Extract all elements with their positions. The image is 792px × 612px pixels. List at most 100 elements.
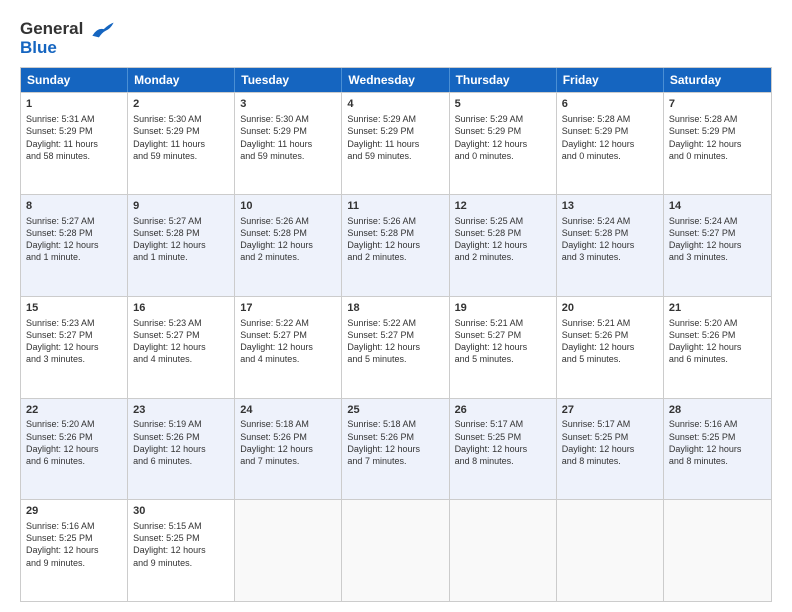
header-day-friday: Friday: [557, 68, 664, 92]
day-info: Sunrise: 5:20 AM Sunset: 5:26 PM Dayligh…: [26, 419, 99, 465]
empty-cell: [450, 500, 557, 601]
day-number: 21: [669, 301, 766, 316]
day-number: 29: [26, 504, 122, 519]
day-cell-8: 8 Sunrise: 5:27 AM Sunset: 5:28 PM Daylig…: [21, 195, 128, 296]
day-cell-9: 9Sunrise: 5:27 AM Sunset: 5:28 PM Daylig…: [128, 195, 235, 296]
day-number: 6: [562, 97, 658, 112]
day-info: Sunrise: 5:15 AM Sunset: 5:25 PM Dayligh…: [133, 521, 206, 567]
day-cell-2: 2 Sunrise: 5:30 AM Sunset: 5:29 PM Daylig…: [128, 93, 235, 194]
empty-cell: [664, 500, 771, 601]
day-info: Sunrise: 5:25 AM Sunset: 5:28 PM Dayligh…: [455, 216, 528, 262]
day-info: Sunrise: 5:29 AM Sunset: 5:29 PM Dayligh…: [347, 114, 419, 160]
day-info: Sunrise: 5:27 AM Sunset: 5:28 PM Dayligh…: [133, 216, 206, 262]
day-cell-6: 6 Sunrise: 5:28 AM Sunset: 5:29 PM Daylig…: [557, 93, 664, 194]
day-number: 18: [347, 301, 443, 316]
day-number: 25: [347, 403, 443, 418]
day-info: Sunrise: 5:18 AM Sunset: 5:26 PM Dayligh…: [347, 419, 420, 465]
day-cell-23: 23Sunrise: 5:19 AM Sunset: 5:26 PM Dayli…: [128, 399, 235, 500]
day-info: Sunrise: 5:30 AM Sunset: 5:29 PM Dayligh…: [133, 114, 205, 160]
day-cell-22: 22Sunrise: 5:20 AM Sunset: 5:26 PM Dayli…: [21, 399, 128, 500]
day-number: 3: [240, 97, 336, 112]
empty-cell: [557, 500, 664, 601]
day-number: 13: [562, 199, 658, 214]
day-number: 17: [240, 301, 336, 316]
calendar-row-2: 15 Sunrise: 5:23 AM Sunset: 5:27 PM Dayli…: [21, 296, 771, 398]
day-number: 5: [455, 97, 551, 112]
day-number: 19: [455, 301, 551, 316]
day-cell-10: 10 Sunrise: 5:26 AM Sunset: 5:28 PM Dayli…: [235, 195, 342, 296]
day-info: Sunrise: 5:27 AM Sunset: 5:28 PM Dayligh…: [26, 216, 99, 262]
calendar-body: 1 Sunrise: 5:31 AM Sunset: 5:29 PM Daylig…: [21, 92, 771, 601]
day-cell-17: 17 Sunrise: 5:22 AM Sunset: 5:27 PM Dayli…: [235, 297, 342, 398]
day-number: 4: [347, 97, 443, 112]
header-day-sunday: Sunday: [21, 68, 128, 92]
header: General Blue: [20, 20, 772, 57]
header-day-wednesday: Wednesday: [342, 68, 449, 92]
day-number: 1: [26, 97, 122, 112]
day-number: 15: [26, 301, 122, 316]
day-number: 11: [347, 199, 443, 214]
day-info: Sunrise: 5:28 AM Sunset: 5:29 PM Dayligh…: [562, 114, 635, 160]
day-cell-13: 13 Sunrise: 5:24 AM Sunset: 5:28 PM Dayli…: [557, 195, 664, 296]
day-info: Sunrise: 5:24 AM Sunset: 5:28 PM Dayligh…: [562, 216, 635, 262]
day-cell-12: 12 Sunrise: 5:25 AM Sunset: 5:28 PM Dayli…: [450, 195, 557, 296]
day-info: Sunrise: 5:18 AM Sunset: 5:26 PM Dayligh…: [240, 419, 313, 465]
day-cell-4: 4 Sunrise: 5:29 AM Sunset: 5:29 PM Daylig…: [342, 93, 449, 194]
day-info: Sunrise: 5:23 AM Sunset: 5:27 PM Dayligh…: [26, 318, 99, 364]
empty-cell: [235, 500, 342, 601]
day-cell-27: 27Sunrise: 5:17 AM Sunset: 5:25 PM Dayli…: [557, 399, 664, 500]
day-number: 7: [669, 97, 766, 112]
day-cell-30: 30 Sunrise: 5:15 AM Sunset: 5:25 PM Dayli…: [128, 500, 235, 601]
logo: General Blue: [20, 20, 116, 57]
day-cell-1: 1 Sunrise: 5:31 AM Sunset: 5:29 PM Daylig…: [21, 93, 128, 194]
day-number: 23: [133, 403, 229, 418]
day-cell-25: 25Sunrise: 5:18 AM Sunset: 5:26 PM Dayli…: [342, 399, 449, 500]
calendar: SundayMondayTuesdayWednesdayThursdayFrid…: [20, 67, 772, 602]
day-cell-29: 29 Sunrise: 5:16 AM Sunset: 5:25 PM Dayli…: [21, 500, 128, 601]
header-day-monday: Monday: [128, 68, 235, 92]
day-info: Sunrise: 5:28 AM Sunset: 5:29 PM Dayligh…: [669, 114, 742, 160]
day-info: Sunrise: 5:16 AM Sunset: 5:25 PM Dayligh…: [669, 419, 742, 465]
day-number: 26: [455, 403, 551, 418]
day-info: Sunrise: 5:17 AM Sunset: 5:25 PM Dayligh…: [455, 419, 528, 465]
day-info: Sunrise: 5:30 AM Sunset: 5:29 PM Dayligh…: [240, 114, 312, 160]
day-info: Sunrise: 5:21 AM Sunset: 5:26 PM Dayligh…: [562, 318, 635, 364]
day-number: 8: [26, 199, 122, 214]
day-info: Sunrise: 5:26 AM Sunset: 5:28 PM Dayligh…: [347, 216, 420, 262]
day-cell-16: 16Sunrise: 5:23 AM Sunset: 5:27 PM Dayli…: [128, 297, 235, 398]
day-cell-19: 19 Sunrise: 5:21 AM Sunset: 5:27 PM Dayli…: [450, 297, 557, 398]
day-number: 2: [133, 97, 229, 112]
day-info: Sunrise: 5:19 AM Sunset: 5:26 PM Dayligh…: [133, 419, 206, 465]
day-info: Sunrise: 5:26 AM Sunset: 5:28 PM Dayligh…: [240, 216, 313, 262]
day-number: 10: [240, 199, 336, 214]
header-day-thursday: Thursday: [450, 68, 557, 92]
day-info: Sunrise: 5:31 AM Sunset: 5:29 PM Dayligh…: [26, 114, 98, 160]
day-info: Sunrise: 5:17 AM Sunset: 5:25 PM Dayligh…: [562, 419, 635, 465]
day-info: Sunrise: 5:29 AM Sunset: 5:29 PM Dayligh…: [455, 114, 528, 160]
day-cell-21: 21Sunrise: 5:20 AM Sunset: 5:26 PM Dayli…: [664, 297, 771, 398]
day-number: 20: [562, 301, 658, 316]
day-cell-18: 18 Sunrise: 5:22 AM Sunset: 5:27 PM Dayli…: [342, 297, 449, 398]
day-info: Sunrise: 5:21 AM Sunset: 5:27 PM Dayligh…: [455, 318, 528, 364]
day-number: 12: [455, 199, 551, 214]
day-number: 24: [240, 403, 336, 418]
day-cell-26: 26Sunrise: 5:17 AM Sunset: 5:25 PM Dayli…: [450, 399, 557, 500]
day-number: 30: [133, 504, 229, 519]
header-day-saturday: Saturday: [664, 68, 771, 92]
day-info: Sunrise: 5:22 AM Sunset: 5:27 PM Dayligh…: [240, 318, 313, 364]
calendar-row-4: 29 Sunrise: 5:16 AM Sunset: 5:25 PM Dayli…: [21, 499, 771, 601]
day-cell-5: 5 Sunrise: 5:29 AM Sunset: 5:29 PM Daylig…: [450, 93, 557, 194]
day-number: 14: [669, 199, 766, 214]
day-cell-7: 7 Sunrise: 5:28 AM Sunset: 5:29 PM Daylig…: [664, 93, 771, 194]
logo-line1: General: [20, 20, 116, 39]
day-cell-15: 15 Sunrise: 5:23 AM Sunset: 5:27 PM Dayli…: [21, 297, 128, 398]
day-info: Sunrise: 5:16 AM Sunset: 5:25 PM Dayligh…: [26, 521, 99, 567]
day-cell-20: 20 Sunrise: 5:21 AM Sunset: 5:26 PM Dayli…: [557, 297, 664, 398]
day-cell-24: 24Sunrise: 5:18 AM Sunset: 5:26 PM Dayli…: [235, 399, 342, 500]
calendar-row-1: 8 Sunrise: 5:27 AM Sunset: 5:28 PM Daylig…: [21, 194, 771, 296]
day-cell-3: 3 Sunrise: 5:30 AM Sunset: 5:29 PM Daylig…: [235, 93, 342, 194]
day-info: Sunrise: 5:23 AM Sunset: 5:27 PM Dayligh…: [133, 318, 206, 364]
day-cell-14: 14 Sunrise: 5:24 AM Sunset: 5:27 PM Dayli…: [664, 195, 771, 296]
day-info: Sunrise: 5:22 AM Sunset: 5:27 PM Dayligh…: [347, 318, 420, 364]
day-info: Sunrise: 5:24 AM Sunset: 5:27 PM Dayligh…: [669, 216, 742, 262]
